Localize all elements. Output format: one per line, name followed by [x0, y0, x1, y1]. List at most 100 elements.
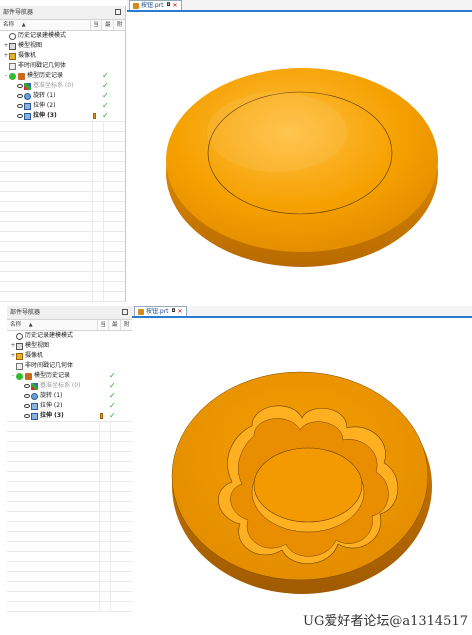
- tree-row-label: 摄像机: [25, 352, 44, 359]
- sort-asc-icon: ▲: [28, 322, 33, 328]
- visibility-eye-icon[interactable]: [24, 394, 30, 398]
- tree-row[interactable]: + 摄像机: [0, 51, 125, 61]
- visibility-eye-icon[interactable]: [24, 384, 30, 388]
- column-attached[interactable]: 附: [114, 20, 125, 30]
- column-latest[interactable]: 最: [102, 20, 115, 30]
- tree-row[interactable]: 历史记录建模模式: [7, 331, 132, 341]
- tree-row[interactable]: + 模型视图: [0, 41, 125, 51]
- tab-part-file[interactable]: 按钮.prt ◘ ✕: [134, 306, 187, 316]
- up-to-date-check-icon: ✓: [109, 411, 116, 420]
- screenshot-top: 部件导航器 名称 ▲ 当 最 附 历史记录建模模式 + 模型视图 + 摄像机 非时间戳记几…: [0, 0, 472, 302]
- tab-label: 按钮.prt: [141, 2, 164, 9]
- status-green-icon: [16, 372, 23, 380]
- visibility-eye-icon[interactable]: [24, 404, 30, 408]
- tree-row[interactable]: + 摄像机: [7, 351, 132, 361]
- history-mode-icon: [9, 32, 16, 40]
- maximize-icon[interactable]: [115, 9, 121, 15]
- part-file-icon: [133, 2, 139, 9]
- pin-icon[interactable]: ◘: [172, 307, 176, 316]
- tree-row-label: 历史记录建模模式: [25, 332, 74, 339]
- model-history-icon: [18, 72, 25, 80]
- button-model-bottom[interactable]: [132, 318, 472, 610]
- tree-row-label: 拉伸 (3): [40, 412, 64, 419]
- tree-row[interactable]: 基准坐标系 (0) ✓: [0, 81, 125, 91]
- center-boss-top: [253, 447, 363, 523]
- feature-tree: 历史记录建模模式 + 模型视图 + 摄像机 非时间戳记几何体 - 模型历史记录 ✓ 基准坐标系 (…: [0, 31, 125, 121]
- tree-row-label: 摄像机: [18, 52, 37, 59]
- up-to-date-check-icon: ✓: [109, 391, 116, 400]
- up-to-date-check-icon: ✓: [109, 381, 116, 390]
- column-current[interactable]: 当: [91, 20, 103, 30]
- pin-icon[interactable]: ◘: [167, 1, 171, 10]
- column-current[interactable]: 当: [98, 320, 110, 330]
- maximize-icon[interactable]: [122, 309, 128, 315]
- close-tab-icon[interactable]: ✕: [173, 1, 178, 10]
- datum-csys-icon: [31, 382, 38, 390]
- revolve-icon: [31, 392, 38, 400]
- up-to-date-check-icon: ✓: [102, 101, 109, 110]
- folder-icon: [9, 62, 16, 70]
- model-views-icon: [16, 342, 23, 350]
- column-latest[interactable]: 最: [109, 320, 122, 330]
- up-to-date-check-icon: ✓: [102, 71, 109, 80]
- tree-row[interactable]: 拉伸 (2) ✓: [7, 401, 132, 411]
- visibility-eye-icon[interactable]: [24, 414, 30, 418]
- tree-row[interactable]: 拉伸 (2) ✓: [0, 101, 125, 111]
- extrude-icon: [24, 112, 31, 120]
- close-tab-icon[interactable]: ✕: [178, 307, 183, 316]
- work-part-icon: [100, 413, 103, 419]
- column-name-label: 名称: [10, 322, 22, 328]
- camera-icon: [16, 352, 23, 360]
- tree-row[interactable]: 历史记录建模模式: [0, 31, 125, 41]
- tree-row[interactable]: 旋转 (1) ✓: [0, 91, 125, 101]
- column-header: 名称 ▲ 当 最 附: [0, 20, 125, 31]
- tree-row[interactable]: 非时间戳记几何体: [0, 61, 125, 71]
- navigator-title: 部件导航器: [3, 9, 34, 16]
- extrude-icon: [31, 402, 38, 410]
- visibility-eye-icon[interactable]: [17, 104, 23, 108]
- up-to-date-check-icon: ✓: [102, 111, 109, 120]
- tree-row[interactable]: 拉伸 (3) ✓: [0, 111, 125, 121]
- up-to-date-check-icon: ✓: [102, 81, 109, 90]
- folder-icon: [16, 362, 23, 370]
- column-attached[interactable]: 附: [121, 320, 132, 330]
- tree-row[interactable]: 拉伸 (3) ✓: [7, 411, 132, 421]
- navigator-title-bar: 部件导航器: [0, 6, 125, 20]
- column-name[interactable]: 名称 ▲: [7, 320, 98, 330]
- graphics-window[interactable]: 按钮.prt ◘ ✕: [132, 306, 472, 612]
- tree-row[interactable]: - 模型历史记录 ✓: [0, 71, 125, 81]
- column-header: 名称 ▲ 当 最 附: [7, 320, 132, 331]
- empty-grid: [7, 421, 132, 612]
- visibility-eye-icon[interactable]: [17, 114, 23, 118]
- tree-row-label: 拉伸 (2): [33, 102, 56, 109]
- camera-icon: [9, 52, 16, 60]
- visibility-eye-icon[interactable]: [17, 84, 23, 88]
- tree-row[interactable]: - 模型历史记录 ✓: [7, 371, 132, 381]
- tree-row[interactable]: 旋转 (1) ✓: [7, 391, 132, 401]
- tree-row-label: 拉伸 (3): [33, 112, 57, 119]
- model-views-icon: [9, 42, 16, 50]
- tree-row-label: 基准坐标系 (0): [40, 382, 81, 389]
- empty-grid: [0, 121, 125, 302]
- column-name[interactable]: 名称 ▲: [0, 20, 91, 30]
- up-to-date-check-icon: ✓: [102, 91, 109, 100]
- graphics-window[interactable]: 按钮.prt ◘ ✕: [127, 0, 472, 302]
- button-model-top[interactable]: [127, 12, 472, 302]
- tree-row-label: 模型视图: [18, 42, 43, 49]
- up-to-date-check-icon: ✓: [109, 371, 116, 380]
- visibility-eye-icon[interactable]: [17, 94, 23, 98]
- tree-row[interactable]: 基准坐标系 (0) ✓: [7, 381, 132, 391]
- extrude-icon: [31, 412, 38, 420]
- tree-row[interactable]: + 模型视图: [7, 341, 132, 351]
- tree-row[interactable]: 非时间戳记几何体: [7, 361, 132, 371]
- model-highlight: [207, 92, 347, 172]
- tree-row-label: 非时间戳记几何体: [18, 62, 67, 69]
- tab-part-file[interactable]: 按钮.prt ◘ ✕: [129, 0, 182, 10]
- tree-row-label: 历史记录建模模式: [18, 32, 67, 39]
- watermark-text: UG爱好者论坛@a1314517: [303, 614, 468, 629]
- tree-row-label: 非时间戳记几何体: [25, 362, 74, 369]
- part-file-icon: [138, 308, 144, 315]
- revolve-icon: [24, 92, 31, 100]
- tree-row-label: 拉伸 (2): [40, 402, 63, 409]
- tree-row-label: 旋转 (1): [33, 92, 56, 99]
